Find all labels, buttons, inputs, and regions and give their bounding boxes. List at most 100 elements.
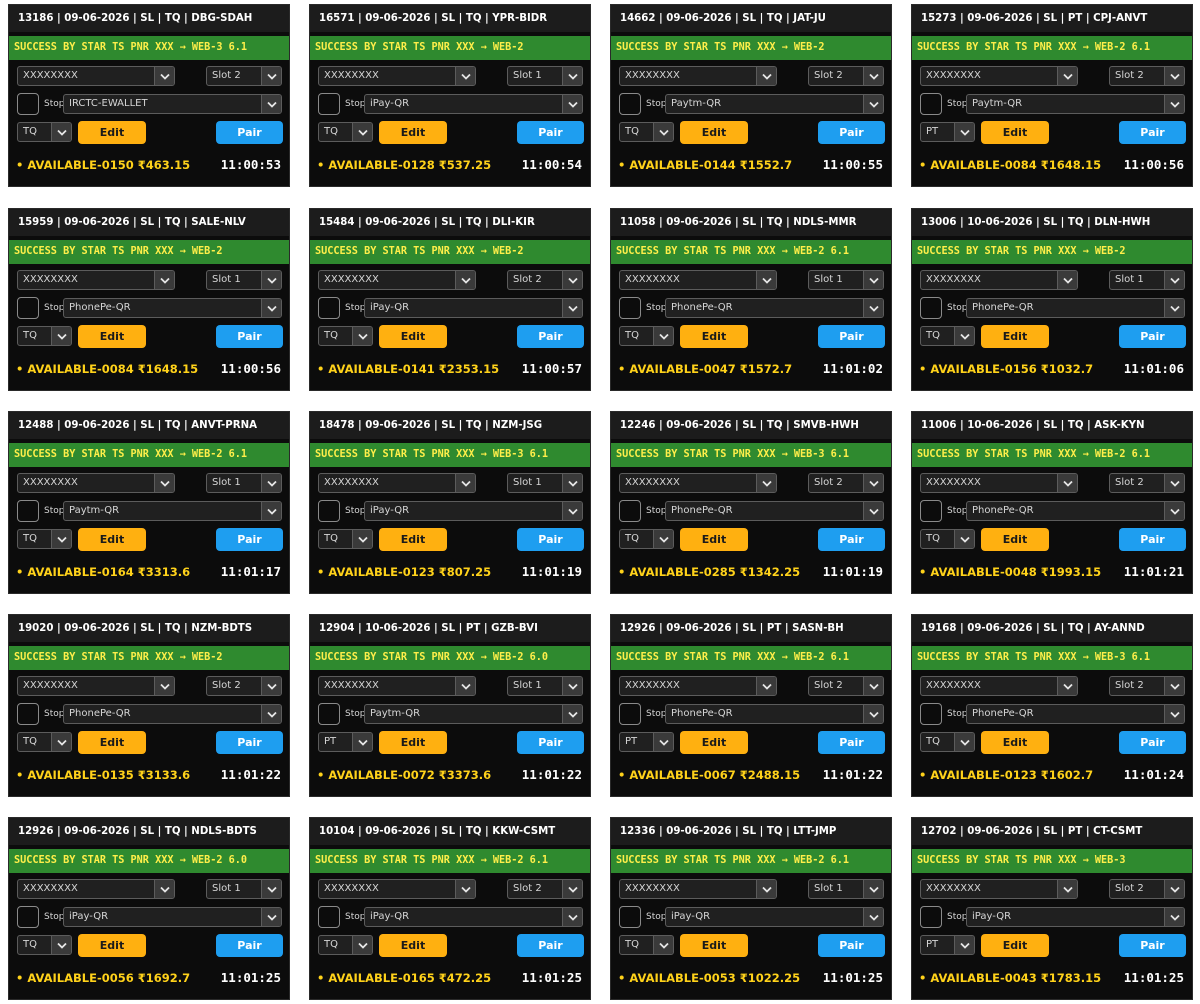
payment-method-select[interactable]: Paytm-QR bbox=[364, 704, 583, 724]
account-select[interactable]: XXXXXXXX bbox=[17, 473, 175, 493]
slot-select[interactable]: Slot 1 bbox=[1109, 270, 1185, 290]
slot-select[interactable]: Slot 1 bbox=[808, 270, 884, 290]
stop-checkbox[interactable] bbox=[920, 500, 942, 522]
stop-checkbox[interactable] bbox=[17, 906, 39, 928]
slot-select[interactable]: Slot 2 bbox=[1109, 66, 1185, 86]
quota-select[interactable]: TQ bbox=[318, 529, 373, 549]
payment-method-select[interactable]: PhonePe-QR bbox=[665, 501, 884, 521]
account-select[interactable]: XXXXXXXX bbox=[318, 473, 476, 493]
quota-select[interactable]: TQ bbox=[619, 529, 674, 549]
account-select[interactable]: XXXXXXXX bbox=[17, 66, 175, 86]
edit-button[interactable]: Edit bbox=[680, 934, 748, 957]
edit-button[interactable]: Edit bbox=[680, 528, 748, 551]
slot-select[interactable]: Slot 2 bbox=[1109, 473, 1185, 493]
edit-button[interactable]: Edit bbox=[78, 325, 146, 348]
pair-button[interactable]: Pair bbox=[1119, 325, 1186, 348]
payment-method-select[interactable]: iPay-QR bbox=[63, 907, 282, 927]
account-select[interactable]: XXXXXXXX bbox=[318, 879, 476, 899]
edit-button[interactable]: Edit bbox=[78, 934, 146, 957]
slot-select[interactable]: Slot 2 bbox=[808, 66, 884, 86]
quota-select[interactable]: TQ bbox=[318, 122, 373, 142]
edit-button[interactable]: Edit bbox=[379, 121, 447, 144]
edit-button[interactable]: Edit bbox=[981, 528, 1049, 551]
payment-method-select[interactable]: PhonePe-QR bbox=[665, 704, 884, 724]
account-select[interactable]: XXXXXXXX bbox=[619, 270, 777, 290]
edit-button[interactable]: Edit bbox=[680, 121, 748, 144]
pair-button[interactable]: Pair bbox=[1119, 528, 1186, 551]
edit-button[interactable]: Edit bbox=[680, 325, 748, 348]
quota-select[interactable]: TQ bbox=[920, 732, 975, 752]
quota-select[interactable]: TQ bbox=[17, 732, 72, 752]
edit-button[interactable]: Edit bbox=[379, 325, 447, 348]
stop-checkbox[interactable] bbox=[619, 500, 641, 522]
slot-select[interactable]: Slot 2 bbox=[808, 473, 884, 493]
pair-button[interactable]: Pair bbox=[1119, 934, 1186, 957]
account-select[interactable]: XXXXXXXX bbox=[920, 879, 1078, 899]
quota-select[interactable]: TQ bbox=[920, 326, 975, 346]
slot-select[interactable]: Slot 1 bbox=[206, 473, 282, 493]
account-select[interactable]: XXXXXXXX bbox=[17, 270, 175, 290]
edit-button[interactable]: Edit bbox=[981, 934, 1049, 957]
stop-checkbox[interactable] bbox=[17, 93, 39, 115]
slot-select[interactable]: Slot 2 bbox=[1109, 879, 1185, 899]
pair-button[interactable]: Pair bbox=[1119, 121, 1186, 144]
stop-checkbox[interactable] bbox=[619, 297, 641, 319]
quota-select[interactable]: TQ bbox=[17, 529, 72, 549]
pair-button[interactable]: Pair bbox=[1119, 731, 1186, 754]
edit-button[interactable]: Edit bbox=[78, 731, 146, 754]
stop-checkbox[interactable] bbox=[619, 906, 641, 928]
stop-checkbox[interactable] bbox=[619, 93, 641, 115]
payment-method-select[interactable]: iPay-QR bbox=[665, 907, 884, 927]
stop-checkbox[interactable] bbox=[318, 500, 340, 522]
edit-button[interactable]: Edit bbox=[981, 325, 1049, 348]
account-select[interactable]: XXXXXXXX bbox=[619, 473, 777, 493]
pair-button[interactable]: Pair bbox=[818, 325, 885, 348]
payment-method-select[interactable]: iPay-QR bbox=[364, 501, 583, 521]
payment-method-select[interactable]: Paytm-QR bbox=[665, 94, 884, 114]
pair-button[interactable]: Pair bbox=[517, 528, 584, 551]
quota-select[interactable]: TQ bbox=[619, 935, 674, 955]
account-select[interactable]: XXXXXXXX bbox=[920, 270, 1078, 290]
pair-button[interactable]: Pair bbox=[216, 325, 283, 348]
account-select[interactable]: XXXXXXXX bbox=[17, 676, 175, 696]
pair-button[interactable]: Pair bbox=[517, 731, 584, 754]
pair-button[interactable]: Pair bbox=[216, 528, 283, 551]
quota-select[interactable]: PT bbox=[318, 732, 373, 752]
pair-button[interactable]: Pair bbox=[818, 934, 885, 957]
slot-select[interactable]: Slot 2 bbox=[206, 66, 282, 86]
stop-checkbox[interactable] bbox=[17, 297, 39, 319]
stop-checkbox[interactable] bbox=[17, 703, 39, 725]
payment-method-select[interactable]: PhonePe-QR bbox=[966, 704, 1185, 724]
edit-button[interactable]: Edit bbox=[78, 528, 146, 551]
quota-select[interactable]: TQ bbox=[619, 326, 674, 346]
pair-button[interactable]: Pair bbox=[818, 731, 885, 754]
payment-method-select[interactable]: iPay-QR bbox=[364, 907, 583, 927]
stop-checkbox[interactable] bbox=[318, 93, 340, 115]
payment-method-select[interactable]: PhonePe-QR bbox=[63, 704, 282, 724]
quota-select[interactable]: PT bbox=[619, 732, 674, 752]
slot-select[interactable]: Slot 2 bbox=[507, 879, 583, 899]
payment-method-select[interactable]: iPay-QR bbox=[364, 94, 583, 114]
edit-button[interactable]: Edit bbox=[981, 731, 1049, 754]
stop-checkbox[interactable] bbox=[318, 906, 340, 928]
pair-button[interactable]: Pair bbox=[216, 934, 283, 957]
pair-button[interactable]: Pair bbox=[517, 325, 584, 348]
payment-method-select[interactable]: Paytm-QR bbox=[966, 94, 1185, 114]
slot-select[interactable]: Slot 1 bbox=[507, 676, 583, 696]
stop-checkbox[interactable] bbox=[920, 703, 942, 725]
edit-button[interactable]: Edit bbox=[379, 731, 447, 754]
payment-method-select[interactable]: PhonePe-QR bbox=[966, 298, 1185, 318]
payment-method-select[interactable]: IRCTC-EWALLET bbox=[63, 94, 282, 114]
quota-select[interactable]: TQ bbox=[920, 529, 975, 549]
pair-button[interactable]: Pair bbox=[216, 731, 283, 754]
pair-button[interactable]: Pair bbox=[216, 121, 283, 144]
pair-button[interactable]: Pair bbox=[818, 121, 885, 144]
stop-checkbox[interactable] bbox=[318, 703, 340, 725]
payment-method-select[interactable]: PhonePe-QR bbox=[966, 501, 1185, 521]
stop-checkbox[interactable] bbox=[920, 297, 942, 319]
slot-select[interactable]: Slot 2 bbox=[1109, 676, 1185, 696]
stop-checkbox[interactable] bbox=[17, 500, 39, 522]
quota-select[interactable]: PT bbox=[920, 935, 975, 955]
quota-select[interactable]: TQ bbox=[17, 326, 72, 346]
slot-select[interactable]: Slot 1 bbox=[206, 270, 282, 290]
